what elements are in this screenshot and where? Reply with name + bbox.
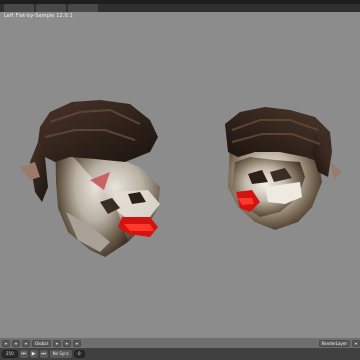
render-button[interactable]: ▾ bbox=[351, 339, 360, 347]
header-tab[interactable] bbox=[36, 4, 66, 12]
forward-icon[interactable]: ⏭ bbox=[39, 350, 48, 358]
object-mode-button[interactable]: ▾ bbox=[22, 339, 31, 347]
frame-field[interactable]: 250 bbox=[2, 350, 18, 358]
render-layer-select[interactable]: RenderLayer bbox=[318, 339, 350, 347]
3d-view-header: ▾ ▾ ▾ Global ▾ ▾ ▾ RenderLayer ▾ bbox=[0, 337, 360, 348]
header-tab[interactable] bbox=[68, 4, 98, 12]
header-tab[interactable] bbox=[4, 4, 34, 12]
layers-button[interactable]: ▾ bbox=[72, 339, 81, 347]
transform-orientation-select[interactable]: Global bbox=[32, 339, 51, 347]
3d-viewport[interactable]: Left Flat-by-Sample 12.0.1 bbox=[0, 12, 360, 337]
view-menu-button[interactable]: ▾ bbox=[2, 339, 11, 347]
top-header bbox=[0, 0, 360, 12]
viewport-scene bbox=[20, 100, 342, 257]
rewind-icon[interactable]: ⏮ bbox=[19, 350, 28, 358]
end-frame-field[interactable]: 0 bbox=[74, 350, 85, 358]
snap-button[interactable]: ▾ bbox=[52, 339, 61, 347]
blender-window: Left Flat-by-Sample 12.0.1 ▾ ▾ ▾ Global … bbox=[0, 0, 360, 360]
select-menu-button[interactable]: ▾ bbox=[12, 339, 21, 347]
play-icon[interactable]: ▶ bbox=[29, 350, 38, 358]
timeline-header: 250 ⏮ ▶ ⏭ No Sync 0 bbox=[0, 348, 360, 360]
header-tabs bbox=[0, 4, 98, 12]
sync-select[interactable]: No Sync bbox=[49, 350, 72, 358]
head-mesh-left[interactable] bbox=[20, 100, 160, 257]
proportional-edit-button[interactable]: ▾ bbox=[62, 339, 71, 347]
head-mesh-right[interactable] bbox=[225, 107, 342, 230]
